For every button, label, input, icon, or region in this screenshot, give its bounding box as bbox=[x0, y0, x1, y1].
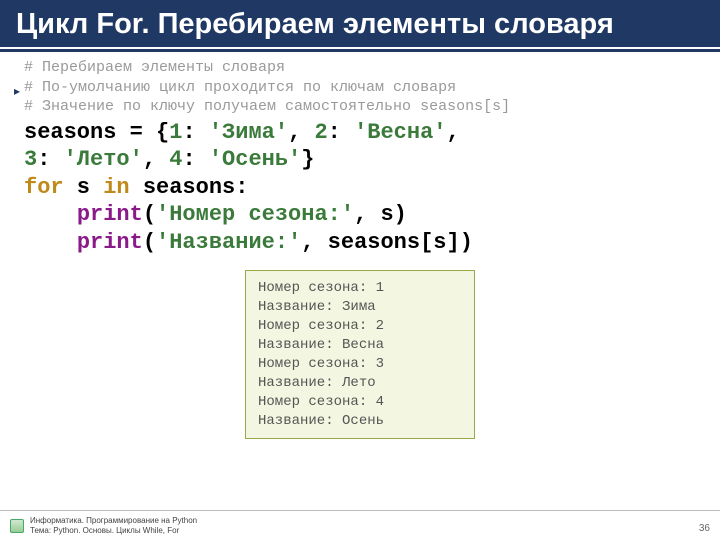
page-number: 36 bbox=[699, 523, 710, 534]
code-text: , bbox=[447, 120, 460, 145]
code-number: 3 bbox=[24, 147, 37, 172]
bullet-icon: ▸ bbox=[14, 84, 20, 98]
output-box: Номер сезона: 1 Название: Зима Номер сез… bbox=[245, 270, 475, 439]
code-string: 'Весна' bbox=[354, 120, 446, 145]
code-string: 'Лето' bbox=[64, 147, 143, 172]
comment-line: # По-умолчанию цикл проходится по ключам… bbox=[24, 78, 696, 98]
code-text: seasons: bbox=[130, 175, 249, 200]
code-string: 'Номер сезона:' bbox=[156, 202, 354, 227]
slide-header: Цикл For. Перебираем элементы словаря bbox=[0, 0, 720, 47]
output-line: Номер сезона: 4 bbox=[258, 393, 462, 412]
slide: Цикл For. Перебираем элементы словаря ▸ … bbox=[0, 0, 720, 540]
footer-line: Тема: Python. Основы. Циклы While, For bbox=[30, 526, 197, 535]
code-text: s bbox=[64, 175, 104, 200]
footer-logo-icon bbox=[10, 519, 24, 533]
code-block: seasons = {1: 'Зима', 2: 'Весна', 3: 'Ле… bbox=[24, 119, 696, 257]
code-text: : bbox=[328, 120, 354, 145]
code-string: 'Название:' bbox=[156, 230, 301, 255]
output-line: Номер сезона: 2 bbox=[258, 317, 462, 336]
slide-content: # Перебираем элементы словаря # По-умолч… bbox=[0, 52, 720, 540]
output-line: Номер сезона: 3 bbox=[258, 355, 462, 374]
code-text: ( bbox=[143, 230, 156, 255]
output-line: Номер сезона: 1 bbox=[258, 279, 462, 298]
code-text: , s) bbox=[354, 202, 407, 227]
code-string: 'Зима' bbox=[209, 120, 288, 145]
code-string: 'Осень' bbox=[209, 147, 301, 172]
code-line: seasons = {1: 'Зима', 2: 'Весна', bbox=[24, 119, 696, 147]
code-keyword: in bbox=[103, 175, 129, 200]
output-line: Название: Весна bbox=[258, 336, 462, 355]
slide-title: Цикл For. Перебираем элементы словаря bbox=[16, 8, 704, 41]
output-line: Название: Осень bbox=[258, 412, 462, 431]
code-line: print('Номер сезона:', s) bbox=[24, 201, 696, 229]
output-line: Название: Лето bbox=[258, 374, 462, 393]
footer-line: Информатика. Программирование на Python bbox=[30, 516, 197, 525]
code-line: for s in seasons: bbox=[24, 174, 696, 202]
code-line: print('Название:', seasons[s]) bbox=[24, 229, 696, 257]
code-text: , bbox=[288, 120, 314, 145]
code-number: 2 bbox=[314, 120, 327, 145]
slide-footer: Информатика. Программирование на Python … bbox=[0, 510, 720, 540]
comment-line: # Перебираем элементы словаря bbox=[24, 58, 696, 78]
code-indent bbox=[24, 230, 77, 255]
comment-line: # Значение по ключу получаем самостоятел… bbox=[24, 97, 696, 117]
code-text: : bbox=[37, 147, 63, 172]
code-text: : bbox=[182, 120, 208, 145]
code-function: print bbox=[77, 202, 143, 227]
footer-text: Информатика. Программирование на Python … bbox=[30, 516, 197, 534]
output-line: Название: Зима bbox=[258, 298, 462, 317]
code-text: seasons = { bbox=[24, 120, 169, 145]
code-number: 4 bbox=[169, 147, 182, 172]
code-text: } bbox=[301, 147, 314, 172]
code-text: , seasons[s]) bbox=[301, 230, 473, 255]
code-function: print bbox=[77, 230, 143, 255]
code-line: 3: 'Лето', 4: 'Осень'} bbox=[24, 146, 696, 174]
code-text: ( bbox=[143, 202, 156, 227]
code-comments: # Перебираем элементы словаря # По-умолч… bbox=[24, 58, 696, 117]
code-number: 1 bbox=[169, 120, 182, 145]
code-keyword: for bbox=[24, 175, 64, 200]
code-text: , bbox=[143, 147, 169, 172]
code-text: : bbox=[182, 147, 208, 172]
code-indent bbox=[24, 202, 77, 227]
